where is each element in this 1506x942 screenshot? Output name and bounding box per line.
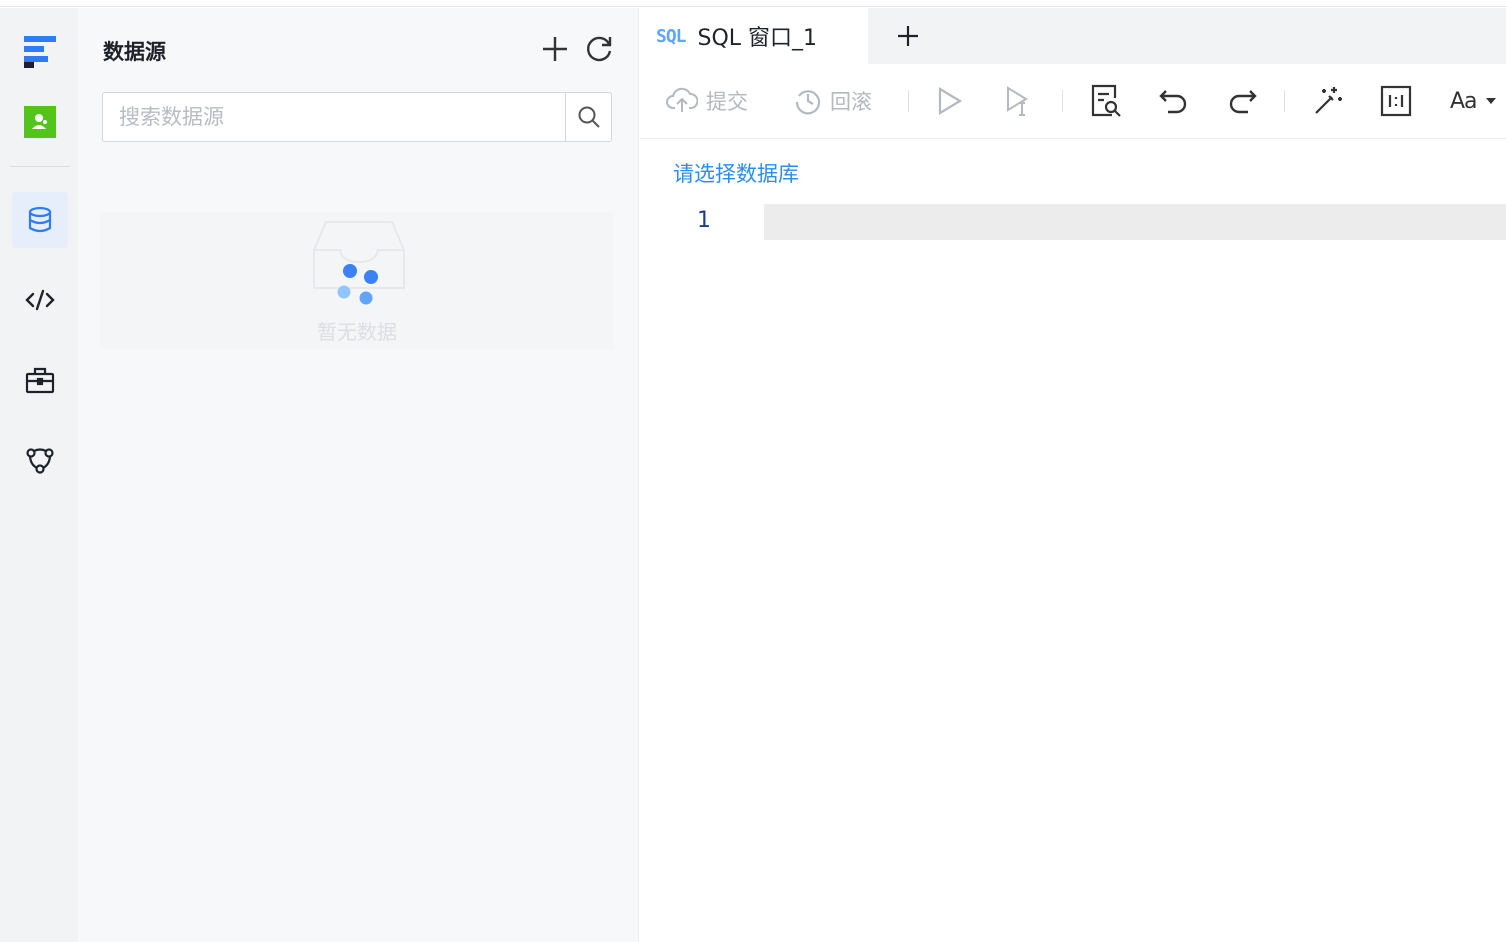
search-icon <box>578 106 600 128</box>
line-number: 1 <box>697 208 711 233</box>
tab-label: SQL 窗口_1 <box>697 26 818 51</box>
submit-button[interactable]: 提交 <box>666 82 748 120</box>
nav-separator <box>10 166 70 167</box>
caret-down-icon <box>1485 98 1496 104</box>
window-top-border <box>0 0 1506 7</box>
datasource-panel: 数据源 暂无数据 <box>78 8 639 942</box>
search-box <box>102 92 612 142</box>
left-nav <box>0 8 78 942</box>
database-icon[interactable] <box>12 192 68 248</box>
refresh-button[interactable] <box>582 32 616 66</box>
tab-sql-window-1[interactable]: SQL SQL 窗口_1 <box>640 8 868 64</box>
redo-button[interactable] <box>1226 82 1258 120</box>
toolbar-separator <box>908 90 909 112</box>
loading-spinner-icon <box>313 221 405 305</box>
search-input[interactable] <box>103 93 565 141</box>
code-icon[interactable] <box>12 272 68 328</box>
font-size-dropdown[interactable]: Aa <box>1450 82 1497 120</box>
rollback-button[interactable]: 回滚 <box>794 82 872 120</box>
code-editor-line[interactable] <box>764 204 1506 240</box>
run-button[interactable] <box>936 82 964 120</box>
format-sql-button[interactable] <box>1312 82 1344 120</box>
document-search-icon <box>1091 84 1121 117</box>
empty-text: 暂无数据 <box>317 320 397 344</box>
toolbar-separator <box>1062 90 1063 112</box>
sql-badge-icon: SQL <box>656 25 686 47</box>
cloud-upload-icon <box>666 87 698 112</box>
undo-button[interactable] <box>1158 82 1190 120</box>
undo-icon <box>1159 90 1187 114</box>
submit-label: 提交 <box>706 90 748 114</box>
panel-title: 数据源 <box>103 40 166 64</box>
result-layout-button[interactable] <box>1380 82 1412 120</box>
cluster-icon[interactable] <box>12 432 68 488</box>
run-selected-icon <box>1007 86 1028 116</box>
editor-toolbar: 提交 回滚 Aa <box>640 64 1506 139</box>
toolbox-icon[interactable] <box>12 352 68 408</box>
history-icon <box>795 90 821 115</box>
toolbar-separator <box>1284 90 1285 112</box>
editor-tabbar: SQL SQL 窗口_1 <box>640 8 1506 64</box>
select-database-link[interactable]: 请选择数据库 <box>673 158 799 188</box>
app-logo-icon[interactable] <box>12 24 68 80</box>
play-icon <box>938 87 963 115</box>
magic-wand-icon <box>1315 87 1342 114</box>
user-avatar-icon[interactable] <box>12 94 68 150</box>
rollback-label: 回滚 <box>830 90 872 114</box>
layout-icon <box>1380 85 1412 117</box>
font-size-label: Aa <box>1450 88 1478 114</box>
empty-state: 暂无数据 <box>100 212 614 350</box>
explain-button[interactable] <box>1090 82 1122 120</box>
search-button[interactable] <box>565 93 611 141</box>
run-selection-button[interactable] <box>1004 82 1032 120</box>
redo-icon <box>1229 90 1257 114</box>
add-tab-button[interactable] <box>890 18 926 54</box>
add-datasource-button[interactable] <box>538 32 572 66</box>
